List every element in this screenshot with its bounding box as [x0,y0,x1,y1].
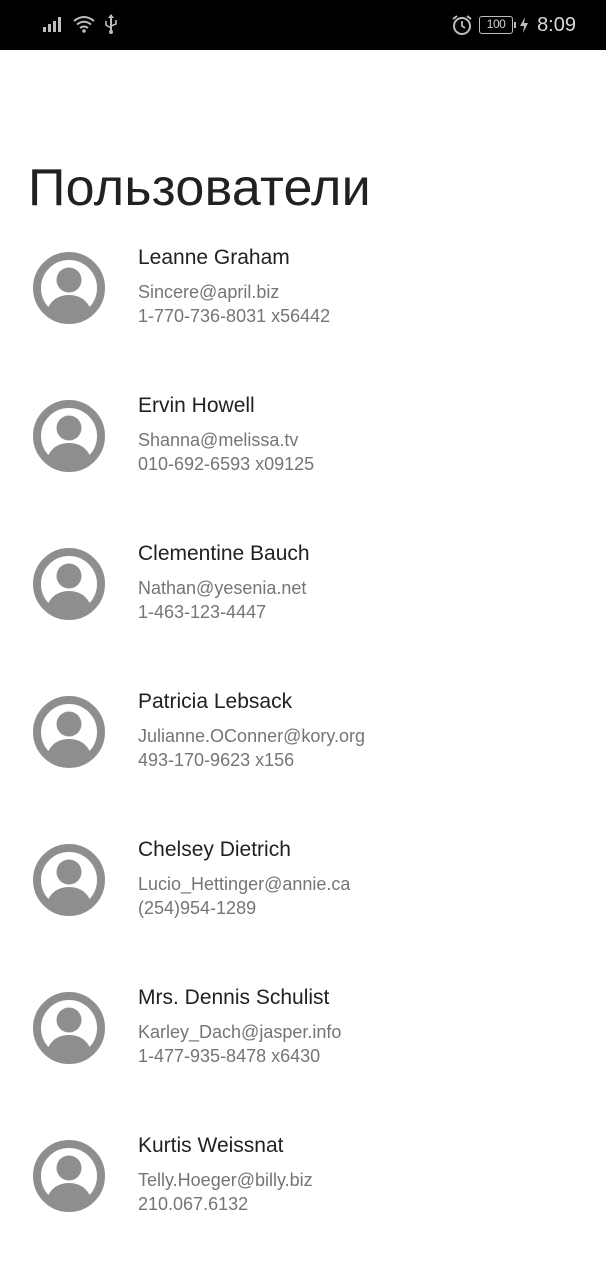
user-phone: 1-463-123-4447 [138,602,267,622]
user-email: Lucio_Hettinger@annie.ca [138,874,351,894]
user-list-item[interactable]: Chelsey Dietrich Lucio_Hettinger@annie.ca… [0,824,606,972]
status-bar-left [42,13,118,35]
user-name: Clementine Bauch [138,542,310,565]
user-list-item[interactable]: Kurtis Weissnat Telly.Hoeger@billy.biz 210… [0,1120,606,1268]
wifi-icon [73,16,95,33]
user-phone: (254)954-1289 [138,898,257,918]
charging-icon [520,17,529,33]
user-email: Sincere@april.biz [138,282,280,302]
avatar-icon [33,252,105,324]
user-list-item[interactable]: Patricia Lebsack Julianne.OConner@kory.or… [0,676,606,824]
battery-icon: 100 [479,16,517,34]
avatar-icon [33,548,105,620]
user-phone: 010-692-6593 x09125 [138,454,315,474]
user-list-item[interactable]: Mrs. Dennis Schulist Karley_Dach@jasper.i… [0,972,606,1120]
page-title: Пользователи [28,159,371,217]
user-phone: 1-770-736-8031 x56442 [138,306,331,326]
user-list-item[interactable]: Leanne Graham Sincere@april.biz 1-770-736-… [0,232,606,380]
user-list-item[interactable]: Clementine Bauch Nathan@yesenia.net 1-463-… [0,528,606,676]
status-time: 8:09 [537,14,576,36]
user-phone: 210.067.6132 [138,1194,249,1214]
user-email: Karley_Dach@jasper.info [138,1022,342,1042]
user-list-item[interactable]: Ervin Howell Shanna@melissa.tv 010-692-659… [0,380,606,528]
alarm-icon [452,15,472,35]
user-name: Kurtis Weissnat [138,1134,284,1157]
user-name: Chelsey Dietrich [138,838,291,861]
user-name: Ervin Howell [138,394,255,417]
signal-icon [43,17,61,32]
user-email: Shanna@melissa.tv [138,430,299,450]
avatar-icon [33,844,105,916]
avatar-icon [33,1140,105,1212]
user-name: Mrs. Dennis Schulist [138,986,330,1009]
battery-level: 100 [486,17,506,31]
user-phone: 493-170-9623 x156 [138,750,295,770]
user-list: Leanne Graham Sincere@april.biz 1-770-736-… [0,232,606,1268]
status-bar-right: 100 8:09 [451,12,576,38]
avatar-icon [33,400,105,472]
user-email: Julianne.OConner@kory.org [138,726,366,746]
user-name: Leanne Graham [138,246,290,269]
user-email: Nathan@yesenia.net [138,578,307,598]
status-bar: 100 8:09 [0,0,606,50]
avatar-icon [33,696,105,768]
user-email: Telly.Hoeger@billy.biz [138,1170,313,1190]
user-name: Patricia Lebsack [138,690,293,713]
user-phone: 1-477-935-8478 x6430 [138,1046,321,1066]
usb-icon [105,14,117,34]
avatar-icon [33,992,105,1064]
